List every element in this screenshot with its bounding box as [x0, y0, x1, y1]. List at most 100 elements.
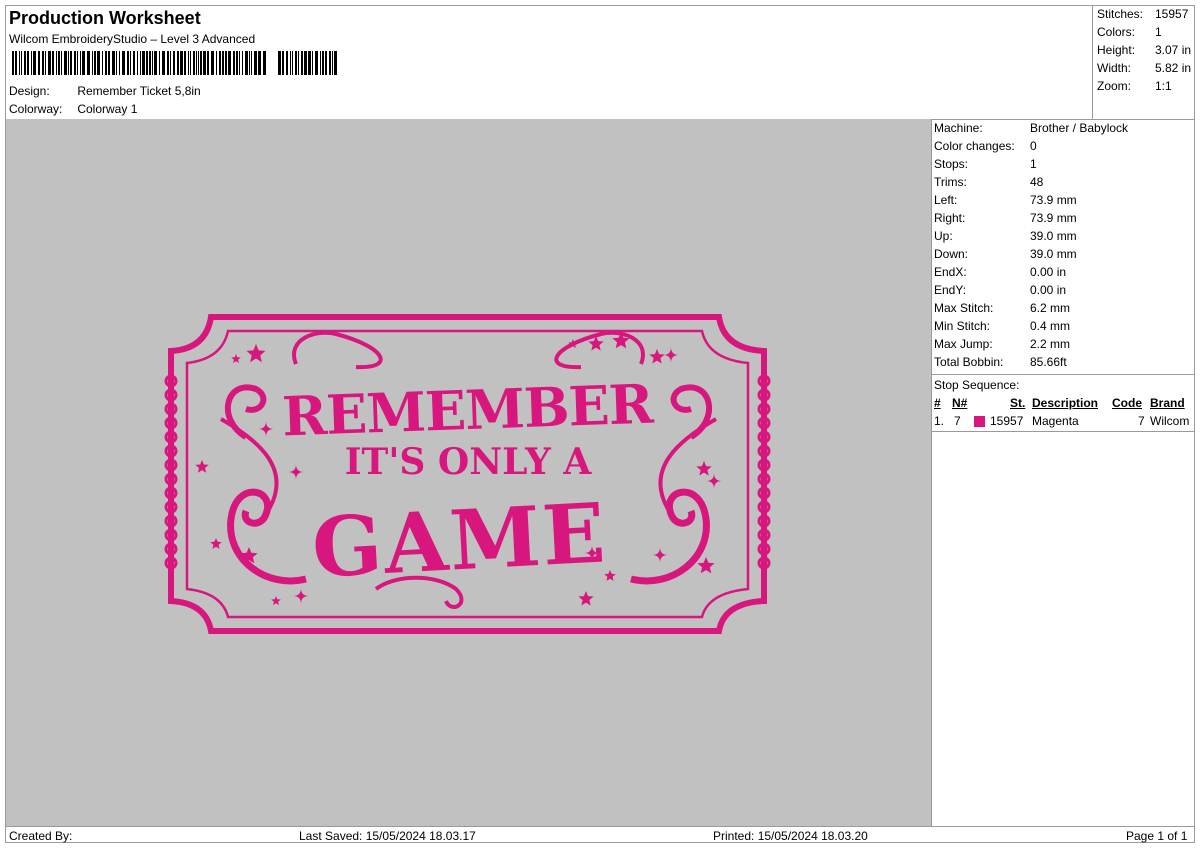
barcode-bar [177, 51, 179, 75]
barcode-bar [222, 51, 224, 75]
sparkle-icon [652, 547, 668, 563]
divider [932, 431, 1194, 432]
worksheet-header: Production Worksheet Wilcom EmbroiderySt… [6, 6, 1092, 120]
last-saved: Last Saved: 15/05/2024 18.03.17 [299, 829, 476, 843]
machine-info-label: Color changes: [934, 139, 1015, 153]
printed-date: Printed: 15/05/2024 18.03.20 [713, 829, 868, 843]
machine-info-row: Max Jump: 2.2 mm [934, 337, 1070, 351]
swirl-left [225, 384, 267, 440]
barcode-bar [33, 51, 36, 75]
barcode-bar [184, 51, 186, 75]
barcode-bar [137, 51, 138, 75]
barcode-bar [24, 51, 26, 75]
barcode-bar [236, 51, 238, 75]
barcode-bar [21, 51, 22, 75]
colorway-value: Colorway 1 [77, 102, 138, 116]
thread-color-swatch [974, 416, 985, 427]
page-title: Production Worksheet [9, 8, 201, 28]
height-row: Height: 3.07 in [1097, 43, 1191, 57]
barcode-bar [130, 51, 131, 75]
stitches-label: Stitches: [1097, 7, 1144, 21]
barcode-bar [38, 51, 40, 75]
barcode-bar [170, 51, 171, 75]
barcode-bar [64, 51, 67, 75]
barcode-bar [12, 51, 14, 75]
barcode-bar [325, 51, 327, 75]
barcode-bar [122, 51, 125, 75]
machine-info-row: Color changes: 0 [934, 139, 1037, 153]
stop-number: 1. [934, 414, 945, 428]
machine-info-value: 6.2 mm [1030, 301, 1071, 315]
barcode-bar [239, 51, 240, 75]
swirl-right-lower [630, 488, 710, 585]
barcode-bar [320, 51, 321, 75]
barcode-bar [68, 51, 69, 75]
swirl-top-right [554, 330, 645, 370]
needle-number: 7 [954, 414, 961, 428]
machine-info-value: 0.4 mm [1030, 319, 1071, 333]
machine-info-label: Left: [934, 193, 958, 207]
machine-info-row: Up: 39.0 mm [934, 229, 1077, 243]
column-header: St. [1010, 396, 1026, 410]
barcode-bar [19, 51, 20, 75]
stitches-value: 15957 [1155, 7, 1189, 21]
machine-info-label: Down: [934, 247, 969, 261]
created-by: Created By: [9, 829, 73, 843]
barcode-bar [142, 51, 145, 75]
barcode-bar [249, 51, 250, 75]
star-icon [578, 591, 594, 606]
barcode-bar [290, 51, 291, 75]
machine-info-row: Min Stitch: 0.4 mm [934, 319, 1070, 333]
barcode-bar [180, 51, 183, 75]
design-row: Design: Remember Ticket 5,8in [9, 84, 201, 98]
thread-description: Magenta [1032, 414, 1079, 428]
star-icon [696, 461, 712, 476]
star-icon [195, 460, 209, 473]
barcode-bar [159, 51, 160, 75]
barcode-bar [42, 51, 44, 75]
barcode-bar [77, 51, 78, 75]
machine-info-panel: Machine: Brother / Babylock Color changes:… [932, 119, 1194, 826]
machine-info-value: 0.00 in [1030, 283, 1067, 297]
design-line-game: GAME [310, 485, 610, 596]
star-icon [649, 349, 665, 364]
barcode-bar [228, 51, 231, 75]
column-header: Brand [1150, 396, 1185, 410]
barcode-bar [193, 51, 195, 75]
barcode-bar [322, 51, 324, 75]
barcode-bar [58, 51, 60, 75]
machine-info-row: Stops: 1 [934, 157, 1037, 171]
barcode-bar [292, 51, 293, 75]
star-icon [246, 344, 266, 363]
machine-info-label: Min Stitch: [934, 319, 991, 333]
barcode-bar [207, 51, 209, 75]
barcode-bar [315, 51, 318, 75]
barcode-bar [31, 51, 32, 75]
machine-info-label: EndX: [934, 265, 967, 279]
stitch-count: 15957 [990, 414, 1024, 428]
barcode [12, 51, 337, 75]
column-header: Code [1112, 396, 1142, 410]
barcode-bar [56, 51, 57, 75]
height-label: Height: [1097, 43, 1136, 57]
swirl-top-left [292, 330, 383, 370]
divider [932, 374, 1194, 375]
barcode-bar [97, 51, 100, 75]
machine-info-row: Trims: 48 [934, 175, 1043, 189]
worksheet-footer: Created By: Last Saved: 15/05/2024 18.03… [6, 826, 1194, 844]
height-value: 3.07 in [1155, 43, 1192, 57]
design-value: Remember Ticket 5,8in [77, 84, 201, 98]
barcode-bar [216, 51, 217, 75]
barcode-bar [27, 51, 29, 75]
barcode-bar [167, 51, 169, 75]
machine-info-value: 39.0 mm [1030, 247, 1077, 261]
sparkle-icon [258, 421, 274, 437]
barcode-bar [301, 51, 303, 75]
barcode-bar [74, 51, 76, 75]
thread-code: 7 [1138, 414, 1145, 428]
colorway-row: Colorway: Colorway 1 [9, 102, 137, 116]
barcode-bar [140, 51, 141, 75]
colorway-label: Colorway: [9, 102, 63, 116]
sparkle-icon [288, 464, 304, 480]
software-name: Wilcom EmbroideryStudio – Level 3 Advanc… [9, 32, 256, 46]
